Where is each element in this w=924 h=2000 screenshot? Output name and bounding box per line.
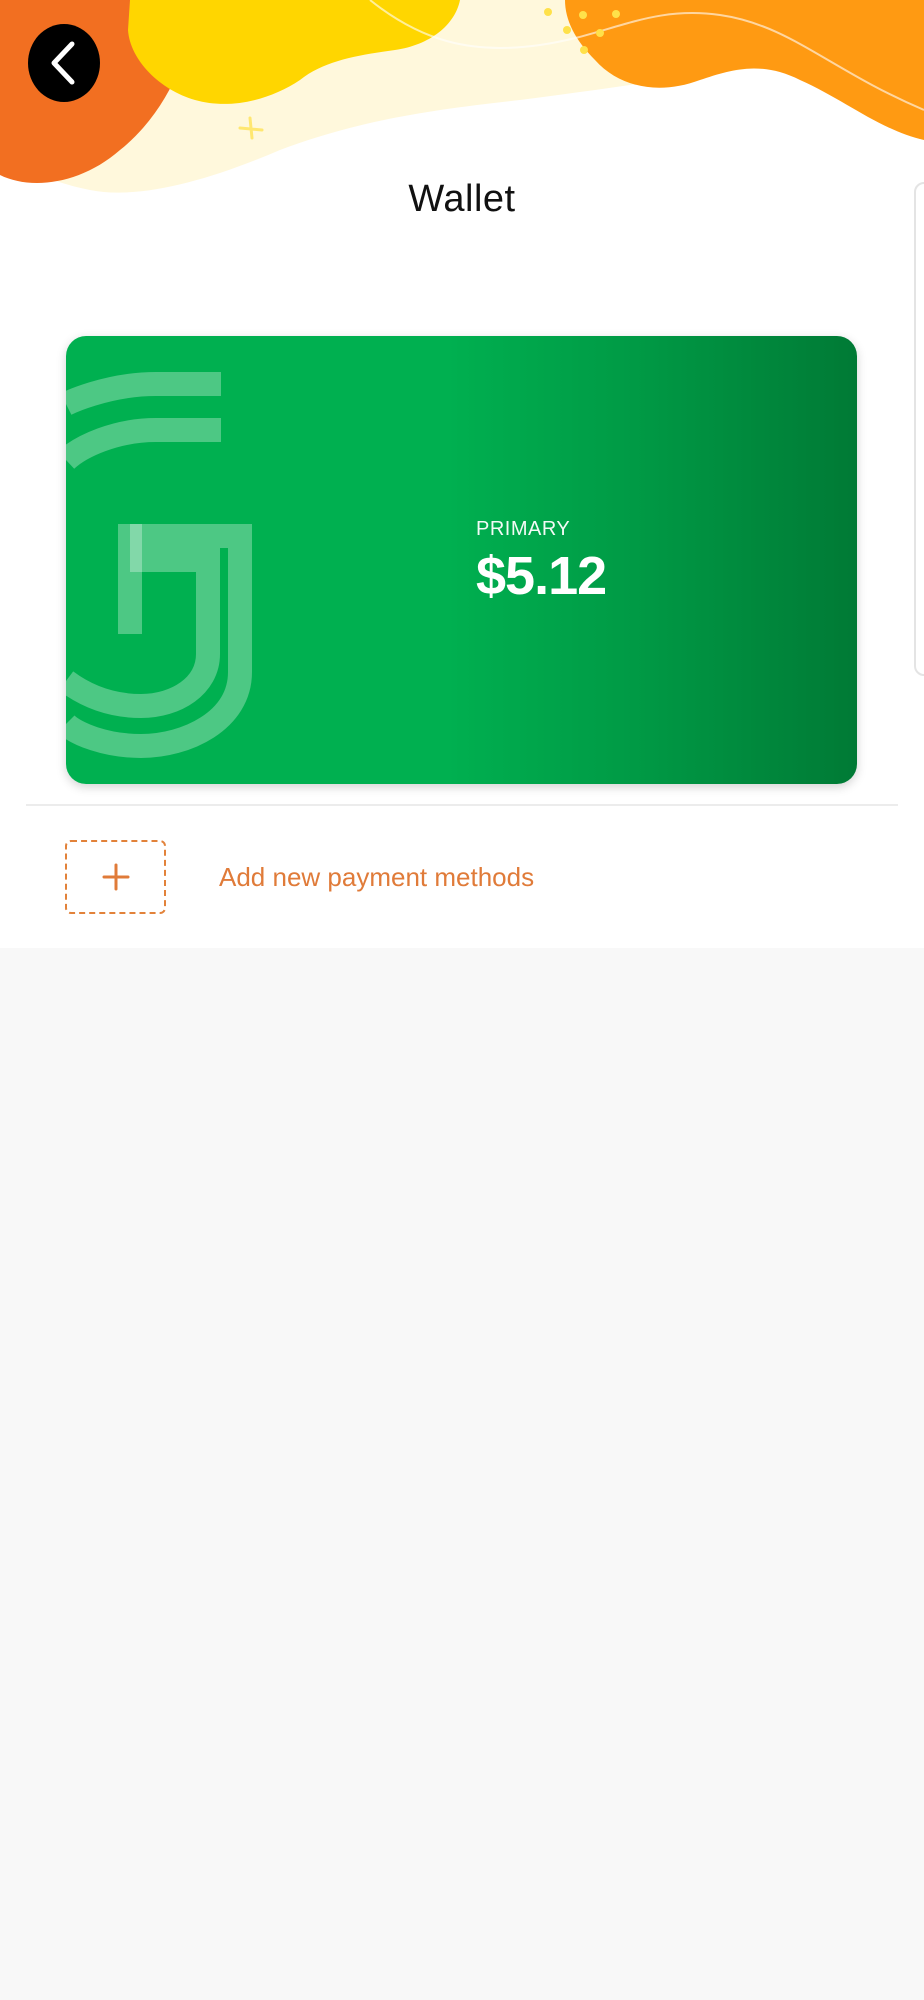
add-payment-method-row[interactable]: Add new payment methods (0, 830, 924, 930)
card-text: PRIMARY $5.12 (476, 518, 607, 607)
wallet-panel: Wallet PRIMARY $5.12 Add new payment met… (0, 0, 924, 948)
add-payment-button[interactable] (65, 840, 166, 914)
back-button[interactable] (28, 24, 100, 102)
card-balance: $5.12 (476, 546, 607, 606)
plus-icon (102, 863, 129, 891)
card-label: PRIMARY (476, 518, 571, 540)
next-card-peek[interactable] (914, 182, 924, 676)
page-title: Wallet (408, 178, 516, 220)
divider (26, 804, 898, 806)
header-decoration (0, 0, 924, 193)
card-logo-watermark (66, 372, 252, 759)
chevron-left-icon (51, 41, 75, 85)
add-payment-label[interactable]: Add new payment methods (219, 862, 534, 893)
primary-wallet-card[interactable]: PRIMARY $5.12 (66, 336, 857, 784)
wallet-screen: Wallet PRIMARY $5.12 Add new payment met… (0, 0, 924, 2000)
